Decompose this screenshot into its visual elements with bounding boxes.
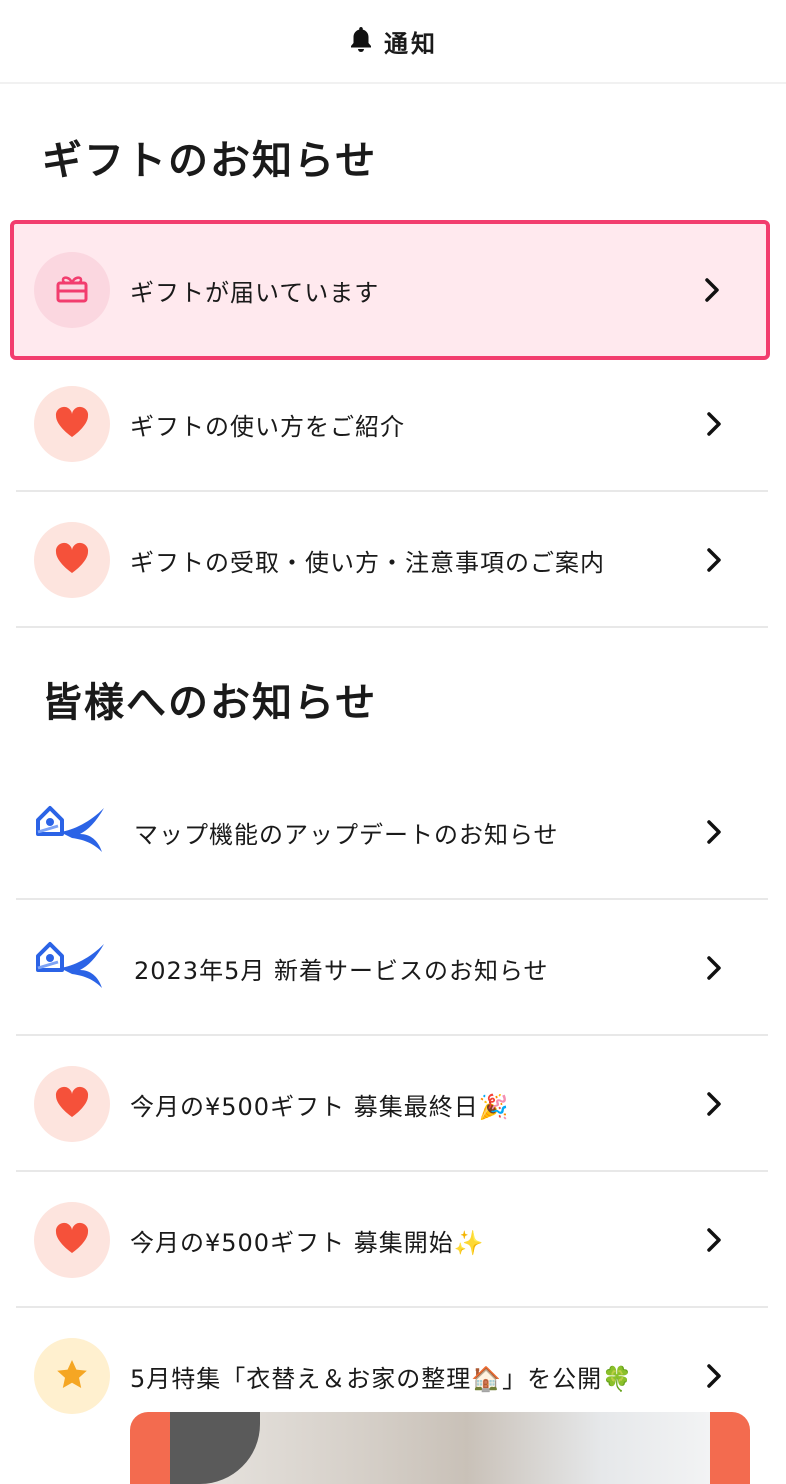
house-bird-logo-icon	[34, 934, 114, 1002]
banner-left-border	[130, 1412, 170, 1484]
list-item-gift-last-day[interactable]: 今月の¥500ギフト 募集最終日🎉	[16, 1036, 768, 1172]
list-item-label: 2023年5月 新着サービスのお知らせ	[134, 956, 549, 985]
heart-icon-badge	[34, 1066, 110, 1142]
list-item-label: ギフトの受取・使い方・注意事項のご案内	[130, 548, 605, 577]
heart-icon	[53, 541, 91, 579]
news-section-title: 皆様へのお知らせ	[42, 680, 378, 726]
chevron-right-icon	[694, 404, 734, 444]
heart-icon	[53, 405, 91, 443]
page-title: 通知	[384, 29, 438, 58]
list-item-label: ギフトが届いています	[130, 278, 380, 307]
banner-right-border	[710, 1412, 750, 1484]
star-icon-badge	[34, 1338, 110, 1414]
list-item-gift-received[interactable]: ギフトが届いています	[10, 220, 770, 360]
heart-icon-badge	[34, 386, 110, 462]
list-item-label: 5月特集「衣替え＆お家の整理🏠」を公開🍀	[130, 1364, 634, 1393]
list-item-label: 今月の¥500ギフト 募集最終日🎉	[130, 1092, 510, 1121]
gift-section-title: ギフトのお知らせ	[42, 138, 378, 184]
bell-icon	[348, 25, 374, 57]
gift-icon	[54, 271, 90, 309]
list-item-gift-guide[interactable]: ギフトの受取・使い方・注意事項のご案内	[16, 492, 768, 628]
list-item-map-update[interactable]: マップ機能のアップデートのお知らせ	[16, 764, 768, 900]
logo-badge	[34, 794, 114, 870]
heart-icon-badge	[34, 522, 110, 598]
heart-icon	[53, 1221, 91, 1259]
top-bar: 通知	[0, 0, 786, 84]
list-item-gift-howto[interactable]: ギフトの使い方をご紹介	[16, 356, 768, 492]
chevron-right-icon	[694, 1220, 734, 1260]
gift-icon-badge	[34, 252, 110, 328]
list-item-label: マップ機能のアップデートのお知らせ	[134, 820, 559, 849]
house-bird-logo-icon	[34, 798, 114, 866]
header-title-group: 通知	[348, 24, 438, 59]
chevron-right-icon	[694, 1084, 734, 1124]
feature-banner-image[interactable]	[130, 1412, 750, 1484]
chevron-right-icon	[692, 270, 732, 310]
list-item-label: ギフトの使い方をご紹介	[130, 412, 405, 441]
list-item-label: 今月の¥500ギフト 募集開始✨	[130, 1228, 485, 1257]
star-icon	[55, 1358, 89, 1394]
chevron-right-icon	[694, 540, 734, 580]
chevron-right-icon	[694, 948, 734, 988]
list-item-new-services[interactable]: 2023年5月 新着サービスのお知らせ	[16, 900, 768, 1036]
chevron-right-icon	[694, 1356, 734, 1396]
list-item-gift-start[interactable]: 今月の¥500ギフト 募集開始✨	[16, 1172, 768, 1308]
logo-badge	[34, 930, 114, 1006]
chevron-right-icon	[694, 812, 734, 852]
heart-icon	[53, 1085, 91, 1123]
heart-icon-badge	[34, 1202, 110, 1278]
